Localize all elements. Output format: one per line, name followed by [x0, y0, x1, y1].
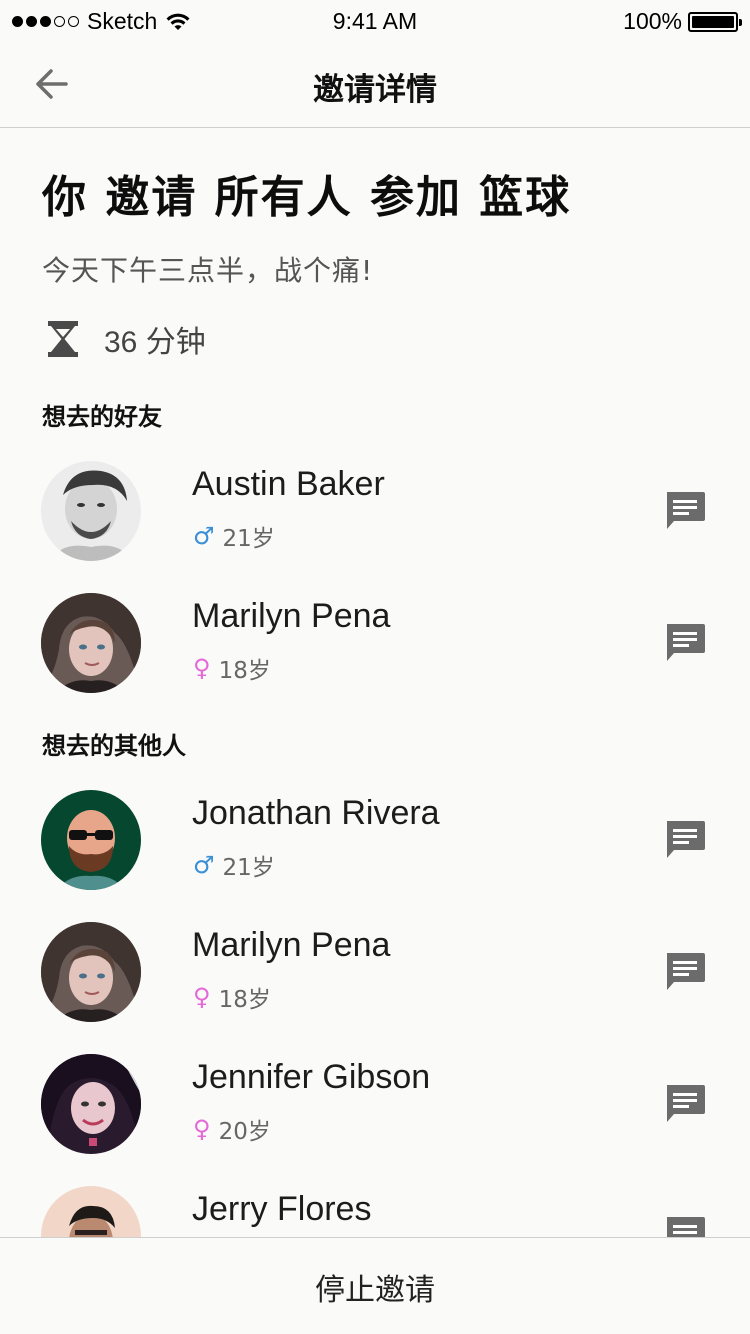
message-icon [667, 492, 705, 529]
message-button[interactable] [664, 1084, 706, 1126]
message-icon [667, 821, 705, 858]
nav-bar: 邀请详情 [0, 40, 750, 128]
person-meta: ♀ 20岁 [193, 1112, 271, 1146]
person-age: 18岁 [218, 987, 271, 1013]
list-item[interactable]: Jennifer Gibson ♀ 20岁 [0, 1054, 750, 1186]
message-button[interactable] [664, 952, 706, 994]
message-icon [667, 1217, 705, 1237]
invite-headline: 你 邀请 所有人 参加 篮球 [42, 172, 572, 223]
invite-description: 今天下午三点半，战个痛! [42, 254, 374, 287]
message-icon [667, 953, 705, 990]
list-item[interactable]: Marilyn Pena ♀ 18岁 [0, 593, 750, 725]
message-button[interactable] [664, 623, 706, 665]
person-name: Marilyn Pena [192, 597, 391, 635]
person-age: 18岁 [218, 658, 271, 684]
hourglass-icon [48, 321, 78, 357]
list-item[interactable]: Jerry Flores [0, 1186, 750, 1237]
person-name: Austin Baker [192, 465, 385, 503]
avatar [41, 1054, 141, 1154]
message-icon [667, 1085, 705, 1122]
bottom-bar: 停止邀请 [0, 1237, 750, 1334]
person-meta: ♀ 18岁 [193, 980, 271, 1014]
status-right: 100% [623, 8, 742, 35]
avatar [41, 593, 141, 693]
avatar [41, 922, 141, 1022]
female-icon: ♀ [193, 654, 211, 682]
avatar [41, 790, 141, 890]
section-title-friends: 想去的好友 [42, 403, 162, 431]
person-age: 21岁 [222, 526, 275, 552]
person-name: Jerry Flores [192, 1190, 372, 1228]
duration-text: 36 分钟 [104, 326, 206, 359]
message-button[interactable] [664, 1216, 706, 1237]
message-icon [667, 624, 705, 661]
person-age: 20岁 [218, 1119, 271, 1145]
avatar [41, 461, 141, 561]
person-meta: ♂ 21岁 [193, 848, 275, 882]
list-item[interactable]: Marilyn Pena ♀ 18岁 [0, 922, 750, 1054]
person-name: Marilyn Pena [192, 926, 391, 964]
male-icon: ♂ [193, 851, 215, 879]
female-icon: ♀ [193, 983, 211, 1011]
avatar [41, 1186, 141, 1237]
person-meta: ♂ 21岁 [193, 519, 275, 553]
battery-icon [688, 11, 742, 32]
person-age: 21岁 [222, 855, 275, 881]
message-button[interactable] [664, 820, 706, 862]
status-bar: Sketch 9:41 AM 100% [0, 0, 750, 40]
invite-detail-content[interactable]: 你 邀请 所有人 参加 篮球 今天下午三点半，战个痛! 36 分钟 想去的好友 … [0, 129, 750, 1237]
battery-percent: 100% [623, 8, 682, 34]
stop-invite-button[interactable]: 停止邀请 [0, 1238, 750, 1334]
person-name: Jennifer Gibson [192, 1058, 431, 1096]
female-icon: ♀ [193, 1115, 211, 1143]
message-button[interactable] [664, 491, 706, 533]
person-name: Jonathan Rivera [192, 794, 440, 832]
invite-duration: 36 分钟 [42, 317, 206, 361]
person-meta: ♀ 18岁 [193, 651, 271, 685]
list-item[interactable]: Jonathan Rivera ♂ 21岁 [0, 790, 750, 922]
section-title-others: 想去的其他人 [42, 732, 186, 760]
list-item[interactable]: Austin Baker ♂ 21岁 [0, 461, 750, 593]
page-title: 邀请详情 [313, 72, 437, 108]
male-icon: ♂ [193, 522, 215, 550]
